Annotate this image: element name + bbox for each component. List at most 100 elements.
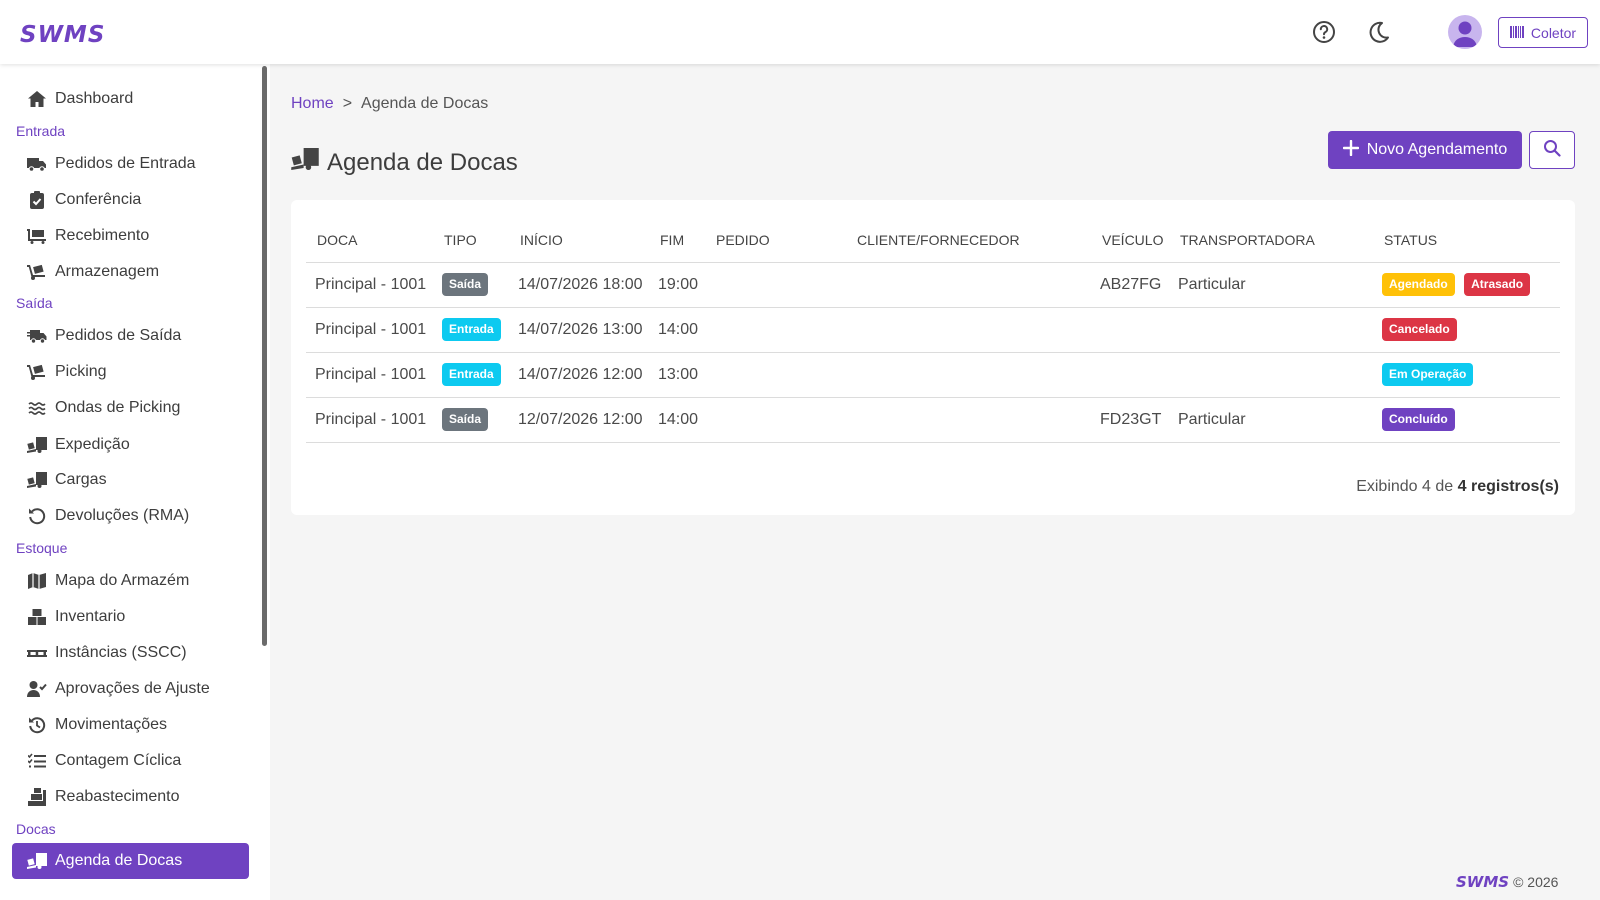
home-icon bbox=[27, 90, 47, 108]
sidebar-item-label: Aprovações de Ajuste bbox=[55, 680, 210, 697]
records-count-total: 4 registros(s) bbox=[1457, 478, 1559, 495]
sidebar-item-inventario[interactable]: Inventario bbox=[12, 599, 249, 635]
rotate-left-icon bbox=[27, 507, 47, 525]
tipo-badge: Saída bbox=[442, 408, 489, 431]
sidebar-item-instancias[interactable]: Instâncias (SSCC) bbox=[12, 635, 249, 671]
cell-fim: 13:00 bbox=[649, 352, 705, 398]
sidebar-item-movimentacoes[interactable]: Movimentações bbox=[12, 707, 249, 743]
truck-ramp-icon bbox=[291, 148, 319, 177]
sidebar-item-pedidos-entrada[interactable]: Pedidos de Entrada bbox=[12, 146, 249, 182]
sidebar-item-label: Picking bbox=[55, 363, 107, 380]
sidebar-item-reabastecimento[interactable]: Reabastecimento bbox=[12, 779, 249, 815]
cell-veiculo bbox=[1091, 352, 1169, 398]
help-icon[interactable] bbox=[1310, 18, 1338, 46]
top-navbar: SWMS Coletor bbox=[0, 0, 1600, 64]
coletor-button[interactable]: Coletor bbox=[1498, 17, 1588, 48]
sidebar-item-contagem-ciclica[interactable]: Contagem Cíclica bbox=[12, 743, 249, 779]
schedule-table: DOCA TIPO INÍCIO FIM PEDIDO CLIENTE/FORN… bbox=[306, 218, 1560, 443]
tipo-badge: Entrada bbox=[442, 318, 501, 341]
schedule-card: DOCA TIPO INÍCIO FIM PEDIDO CLIENTE/FORN… bbox=[291, 200, 1575, 515]
sidebar-item-label: Recebimento bbox=[55, 227, 150, 244]
coletor-label: Coletor bbox=[1530, 24, 1577, 41]
cell-doca: Principal - 1001 bbox=[306, 352, 433, 398]
copyright-text: © 2026 bbox=[1513, 874, 1559, 890]
cell-pedido bbox=[705, 352, 846, 398]
boxes-icon bbox=[27, 608, 47, 626]
search-button[interactable] bbox=[1529, 131, 1575, 169]
app-logo[interactable]: SWMS bbox=[20, 22, 105, 48]
novo-agendamento-label: Novo Agendamento bbox=[1366, 141, 1508, 158]
cell-doca: Principal - 1001 bbox=[306, 307, 433, 353]
truck-icon bbox=[27, 155, 47, 173]
cell-inicio: 12/07/2026 12:00 bbox=[509, 397, 649, 443]
col-header-inicio[interactable]: INÍCIO bbox=[509, 218, 649, 263]
sidebar-item-ondas-picking[interactable]: Ondas de Picking bbox=[12, 390, 249, 426]
cell-fim: 14:00 bbox=[649, 397, 705, 443]
sidebar-item-label: Reabastecimento bbox=[55, 788, 180, 805]
breadcrumb-home-link[interactable]: Home bbox=[291, 95, 334, 112]
breadcrumb-separator: > bbox=[342, 95, 353, 112]
cart-flatbed-icon bbox=[27, 227, 47, 245]
col-header-doca[interactable]: DOCA bbox=[306, 218, 433, 263]
status-badge: Atrasado bbox=[1464, 273, 1531, 296]
cell-veiculo: AB27FG bbox=[1091, 262, 1169, 308]
sidebar-section-saida: Saída bbox=[16, 295, 53, 311]
sidebar-item-label: Armazenagem bbox=[55, 263, 160, 280]
sidebar-item-dashboard[interactable]: Dashboard bbox=[12, 81, 249, 117]
cell-pedido bbox=[705, 307, 846, 353]
col-header-veiculo[interactable]: VEÍCULO bbox=[1091, 218, 1169, 263]
col-header-pedido[interactable]: PEDIDO bbox=[705, 218, 846, 263]
cell-veiculo bbox=[1091, 307, 1169, 353]
sidebar-item-label: Devoluções (RMA) bbox=[55, 507, 190, 524]
sidebar-item-label: Pedidos de Saída bbox=[55, 327, 182, 344]
sidebar-item-expedicao[interactable]: Expedição bbox=[12, 427, 249, 463]
sidebar-item-label: Instâncias (SSCC) bbox=[55, 644, 187, 661]
sidebar-item-agenda-docas[interactable]: Agenda de Docas bbox=[12, 843, 249, 879]
cell-transportadora bbox=[1169, 352, 1373, 398]
sidebar-item-armazenagem[interactable]: Armazenagem bbox=[12, 254, 249, 290]
cell-cliente bbox=[846, 307, 1091, 353]
col-header-status[interactable]: STATUS bbox=[1373, 218, 1560, 263]
list-check-icon bbox=[27, 752, 47, 770]
clipboard-check-icon bbox=[27, 191, 47, 209]
cell-status: Concluído bbox=[1373, 397, 1560, 443]
sidebar-scrollbar[interactable] bbox=[262, 66, 267, 646]
cell-status: Agendado Atrasado bbox=[1373, 262, 1560, 308]
sidebar-item-label: Agenda de Docas bbox=[55, 852, 183, 869]
col-header-fim[interactable]: FIM bbox=[649, 218, 705, 263]
sidebar-item-recebimento[interactable]: Recebimento bbox=[12, 218, 249, 254]
truck-ramp-icon bbox=[27, 852, 47, 870]
cell-transportadora: Particular bbox=[1169, 397, 1373, 443]
col-header-cliente[interactable]: CLIENTE/FORNECEDOR bbox=[846, 218, 1091, 263]
records-count: Exibindo 4 de 4 registros(s) bbox=[1356, 478, 1559, 496]
cell-tipo: Saída bbox=[433, 397, 509, 443]
col-header-transportadora[interactable]: TRANSPORTADORA bbox=[1169, 218, 1373, 263]
col-header-tipo[interactable]: TIPO bbox=[433, 218, 509, 263]
sidebar-item-mapa-armazem[interactable]: Mapa do Armazém bbox=[12, 563, 249, 599]
cell-pedido bbox=[705, 397, 846, 443]
novo-agendamento-button[interactable]: Novo Agendamento bbox=[1328, 131, 1522, 169]
table-header-row: DOCA TIPO INÍCIO FIM PEDIDO CLIENTE/FORN… bbox=[306, 218, 1560, 263]
sidebar-item-picking[interactable]: Picking bbox=[12, 354, 249, 390]
cell-transportadora: Particular bbox=[1169, 262, 1373, 308]
sidebar-item-label: Contagem Cíclica bbox=[55, 752, 182, 769]
cell-inicio: 14/07/2026 13:00 bbox=[509, 307, 649, 353]
cell-status: Cancelado bbox=[1373, 307, 1560, 353]
table-row[interactable]: Principal - 1001 Entrada 14/07/2026 13:0… bbox=[306, 307, 1560, 353]
table-row[interactable]: Principal - 1001 Saída 12/07/2026 12:00 … bbox=[306, 397, 1560, 443]
cell-inicio: 14/07/2026 18:00 bbox=[509, 262, 649, 308]
sidebar-item-pedidos-saida[interactable]: Pedidos de Saída bbox=[12, 318, 249, 354]
sidebar-section-entrada: Entrada bbox=[16, 123, 66, 139]
cell-cliente bbox=[846, 352, 1091, 398]
sidebar-item-aprovacoes[interactable]: Aprovações de Ajuste bbox=[12, 671, 249, 707]
sidebar-section-docas: Docas bbox=[16, 821, 56, 837]
history-icon bbox=[27, 716, 47, 734]
sidebar-item-devolucoes[interactable]: Devoluções (RMA) bbox=[12, 498, 249, 534]
table-row[interactable]: Principal - 1001 Saída 14/07/2026 18:00 … bbox=[306, 262, 1560, 308]
sidebar-item-cargas[interactable]: Cargas bbox=[12, 462, 249, 498]
table-row[interactable]: Principal - 1001 Entrada 14/07/2026 12:0… bbox=[306, 352, 1560, 398]
moon-icon[interactable] bbox=[1365, 18, 1393, 46]
sidebar-item-conferencia[interactable]: Conferência bbox=[12, 182, 249, 218]
user-avatar[interactable] bbox=[1448, 15, 1482, 49]
sidebar-item-label: Mapa do Armazém bbox=[55, 572, 190, 589]
